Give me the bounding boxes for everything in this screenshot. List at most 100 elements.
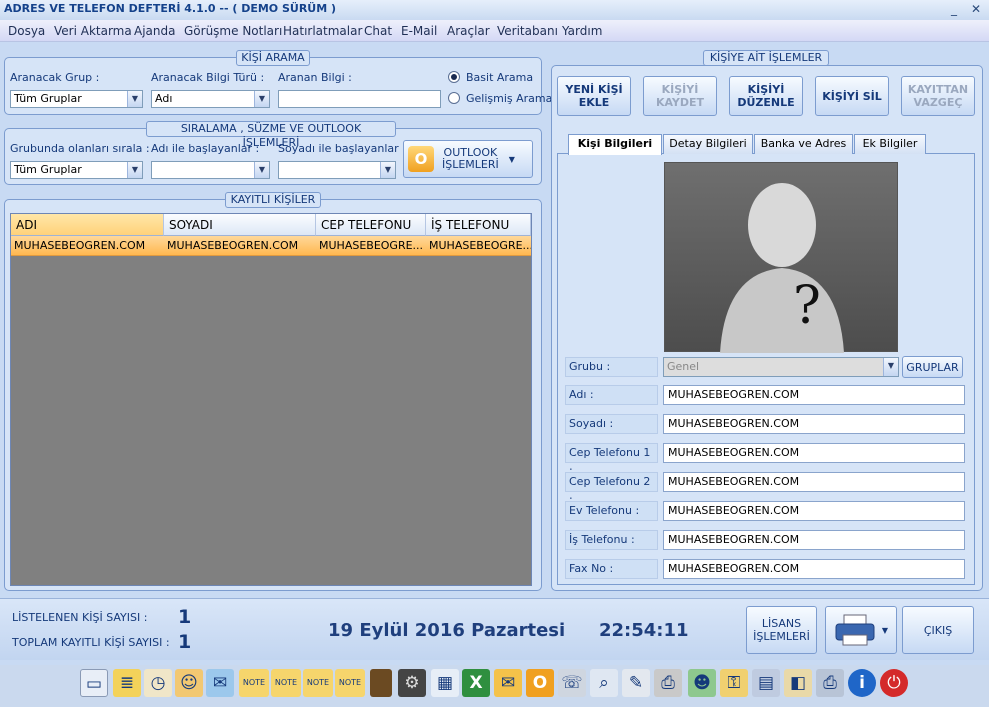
advanced-search-radio[interactable]	[448, 92, 460, 104]
field-label-adi: Adı :	[565, 385, 658, 405]
basic-search-label: Basit Arama	[466, 71, 534, 84]
tab-banka-ve-adres[interactable]: Banka ve Adres	[754, 134, 853, 154]
new-contact-button[interactable]: YENİ KİŞİ EKLE	[557, 76, 631, 116]
table-cell: MUHASEBEOGREN.COM	[167, 239, 299, 252]
edit-contact-label-line1: KİŞİYİ	[747, 83, 785, 96]
book-icon[interactable]	[370, 669, 392, 697]
field-fax-no[interactable]: MUHASEBEOGREN.COM	[663, 559, 965, 579]
exit-button[interactable]: ÇIKIŞ	[902, 606, 974, 654]
field-cep-telefonu-1[interactable]: MUHASEBEOGREN.COM	[663, 443, 965, 463]
group-select[interactable]: Genel ▼	[663, 357, 899, 377]
window-title: ADRES VE TELEFON DEFTERİ 4.1.0 -- ( DEMO…	[4, 2, 337, 15]
menu-veri-aktarma[interactable]: Veri Aktarma	[54, 24, 132, 38]
total-count-value: 1	[178, 631, 192, 653]
edit-contact-label-line2: DÜZENLE	[737, 96, 795, 109]
first-name-filter-select[interactable]: ▼	[151, 161, 270, 179]
total-count-label: TOPLAM KAYITLI KİŞİ SAYISI :	[12, 636, 170, 649]
svg-text:?: ?	[793, 276, 821, 336]
outlook-button-label: OUTLOOK İŞLEMLERİ	[442, 147, 499, 171]
search-query-label: Aranan Bilgi :	[278, 71, 352, 84]
menu-chat[interactable]: Chat	[364, 24, 392, 38]
users-icon[interactable]: ☺	[175, 669, 203, 697]
menu-email[interactable]: E-Mail	[401, 24, 437, 38]
menu-gorusme-notlari[interactable]: Görüşme Notları	[184, 24, 282, 38]
menu-ajanda[interactable]: Ajanda	[134, 24, 175, 38]
email-icon[interactable]: ✉	[494, 669, 522, 697]
menu-veritabani[interactable]: Veritabanı	[497, 24, 558, 38]
note-icon[interactable]: NOTE	[335, 669, 365, 697]
notepad-icon[interactable]: ≣	[113, 669, 141, 697]
column-header-soyadi[interactable]: SOYADI	[164, 214, 316, 236]
menu-yardim[interactable]: Yardım	[562, 24, 602, 38]
current-date: 19 Eylül 2016 Pazartesi	[328, 620, 566, 641]
search-query-input[interactable]	[278, 90, 441, 108]
search-type-select[interactable]: Adı ▼	[151, 90, 270, 108]
cancel-edit-button[interactable]: KAYITTAN VAZGEÇ	[901, 76, 975, 116]
info-icon[interactable]: i	[848, 669, 876, 697]
box-icon[interactable]: ◧	[784, 669, 812, 697]
first-name-filter-label: Adı ile başlayanlar :	[151, 142, 260, 155]
tab-detay-bilgileri[interactable]: Detay Bilgileri	[663, 134, 753, 154]
chevron-down-icon: ▼	[508, 154, 515, 164]
field-label-cep-telefonu-1: Cep Telefonu 1 :	[565, 443, 658, 477]
search-type-value: Adı	[155, 92, 173, 105]
search-type-label: Aranacak Bilgi Türü :	[151, 71, 265, 84]
person-icon[interactable]: ☻	[688, 669, 716, 697]
chevron-down-icon: ▼	[883, 358, 898, 376]
clock-icon[interactable]: ◷	[144, 669, 172, 697]
print-button[interactable]: ▼	[825, 606, 897, 654]
table-cell: MUHASEBEOGRE...	[319, 239, 424, 252]
delete-contact-button[interactable]: KİŞİYİ SİL	[815, 76, 889, 116]
excel-icon[interactable]: X	[462, 669, 490, 697]
sort-group-select[interactable]: Tüm Gruplar ▼	[10, 161, 143, 179]
tab-kisi-bilgileri[interactable]: Kişi Bilgileri	[568, 134, 662, 155]
menu-araclar[interactable]: Araçlar	[447, 24, 490, 38]
calendar-icon[interactable]: ▦	[431, 669, 459, 697]
note-icon[interactable]: NOTE	[303, 669, 333, 697]
print-icon[interactable]: ⎙	[816, 669, 844, 697]
chevron-down-icon: ▼	[254, 91, 269, 107]
groups-button[interactable]: GRUPLAR	[902, 356, 963, 378]
field-label-cep-telefonu-2: Cep Telefonu 2 :	[565, 472, 658, 506]
field-cep-telefonu-2[interactable]: MUHASEBEOGREN.COM	[663, 472, 965, 492]
field-is-telefonu[interactable]: MUHASEBEOGREN.COM	[663, 530, 965, 550]
contacts-panel-title: KAYITLI KİŞİLER	[225, 192, 321, 208]
table-row[interactable]: MUHASEBEOGREN.COM MUHASEBEOGREN.COM MUHA…	[11, 236, 531, 256]
license-button[interactable]: LİSANS İŞLEMLERİ	[746, 606, 817, 654]
column-header-cep-telefonu[interactable]: CEP TELEFONU	[316, 214, 426, 236]
menu-hatirlatmalar[interactable]: Hatırlatmalar	[283, 24, 362, 38]
outlook-button[interactable]: O OUTLOOK İŞLEMLERİ ▼	[403, 140, 533, 178]
sort-group-label: Grubunda olanları sırala :	[10, 142, 150, 155]
column-header-adi[interactable]: ADI	[11, 214, 164, 236]
basic-search-radio[interactable]	[448, 71, 460, 83]
tab-ek-bilgiler[interactable]: Ek Bilgiler	[854, 134, 926, 154]
search-group-select[interactable]: Tüm Gruplar ▼	[10, 90, 143, 108]
field-label-fax-no: Fax No :	[565, 559, 658, 579]
menu-dosya[interactable]: Dosya	[8, 24, 45, 38]
search-icon[interactable]: ⌕	[590, 669, 618, 697]
field-adi[interactable]: MUHASEBEOGREN.COM	[663, 385, 965, 405]
gear-icon[interactable]: ⚙	[398, 669, 426, 697]
save-contact-button[interactable]: KİŞİYİ KAYDET	[643, 76, 717, 116]
fax-icon[interactable]: ☏	[558, 669, 586, 697]
notebook-icon[interactable]: ▭	[80, 669, 108, 697]
note-icon[interactable]: NOTE	[271, 669, 301, 697]
column-header-is-telefonu[interactable]: İŞ TELEFONU	[426, 214, 531, 236]
note-icon[interactable]: NOTE	[239, 669, 269, 697]
contact-photo[interactable]: ?	[664, 162, 898, 353]
printer-icon[interactable]: ⎙	[654, 669, 682, 697]
menu-bar: Dosya Veri Aktarma Ajanda Görüşme Notlar…	[0, 20, 989, 42]
tools-icon[interactable]: ✎	[622, 669, 650, 697]
listed-count-value: 1	[178, 606, 192, 628]
mail-icon[interactable]: ✉	[206, 669, 234, 697]
field-ev-telefonu[interactable]: MUHASEBEOGREN.COM	[663, 501, 965, 521]
outlook-icon[interactable]: O	[526, 669, 554, 697]
field-soyadi[interactable]: MUHASEBEOGREN.COM	[663, 414, 965, 434]
last-name-filter-select[interactable]: ▼	[278, 161, 396, 179]
keys-icon[interactable]: ⚿	[720, 669, 748, 697]
power-icon[interactable]: ⏻	[880, 669, 908, 697]
minimize-button[interactable]: _	[943, 1, 965, 17]
edit-contact-button[interactable]: KİŞİYİ DÜZENLE	[729, 76, 803, 116]
close-button[interactable]: ✕	[965, 1, 987, 17]
scanner-icon[interactable]: ▤	[752, 669, 780, 697]
